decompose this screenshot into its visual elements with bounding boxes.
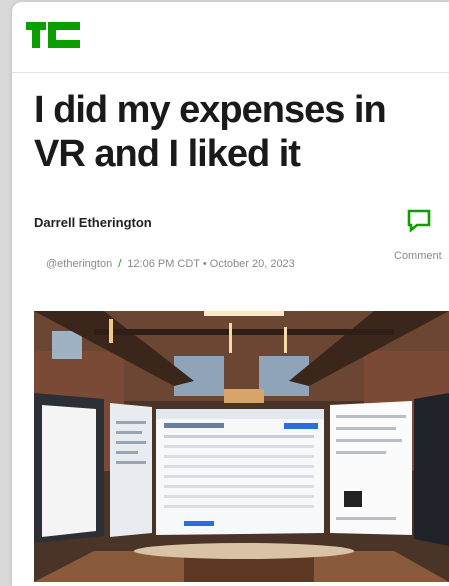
article-title: I did my expenses in VR and I liked it [34, 89, 387, 175]
comment-button[interactable]: Comment [390, 208, 449, 268]
hero-image [34, 311, 449, 582]
speech-bubble-icon [407, 209, 431, 233]
author-handle[interactable]: @etherington [46, 258, 112, 270]
techcrunch-logo[interactable] [26, 22, 82, 50]
meta-separator: / [118, 258, 122, 270]
author-name[interactable]: Darrell Etherington [34, 215, 152, 230]
site-header [12, 2, 449, 73]
comment-label: Comment [394, 250, 442, 262]
publish-timestamp: 12:06 PM CDT • October 20, 2023 [127, 258, 295, 270]
vr-office-photo [34, 311, 449, 582]
article-meta: @etherington / 12:06 PM CDT • October 20, … [46, 258, 295, 270]
article-card: I did my expenses in VR and I liked it D… [12, 2, 449, 586]
